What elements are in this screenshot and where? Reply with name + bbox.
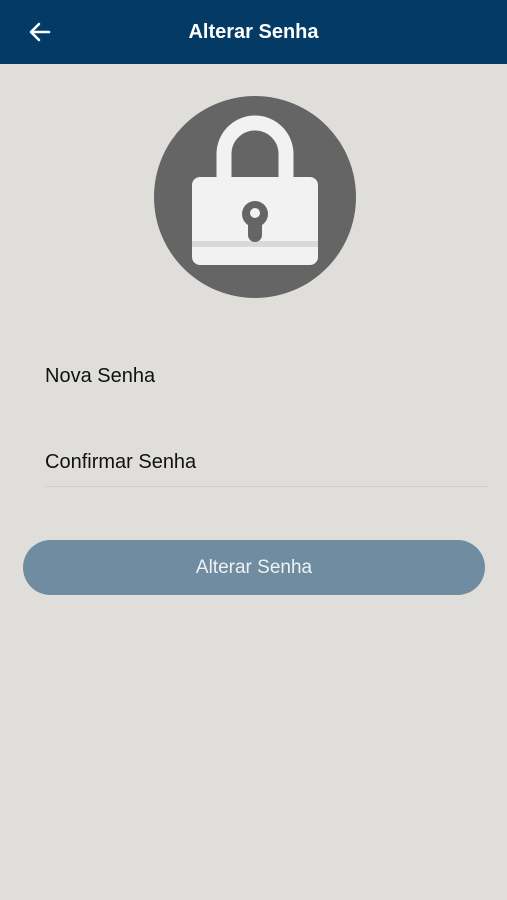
page-title: Alterar Senha bbox=[188, 21, 319, 43]
app-header: Alterar Senha bbox=[0, 0, 507, 64]
padlock-icon bbox=[154, 96, 356, 298]
new-password-input[interactable] bbox=[45, 361, 487, 391]
confirm-password-underline bbox=[45, 486, 487, 487]
confirm-password-field bbox=[45, 447, 487, 487]
confirm-password-input[interactable] bbox=[45, 447, 487, 477]
lock-illustration bbox=[154, 96, 356, 298]
change-password-button[interactable]: Alterar Senha bbox=[23, 540, 485, 595]
new-password-field bbox=[45, 361, 487, 391]
